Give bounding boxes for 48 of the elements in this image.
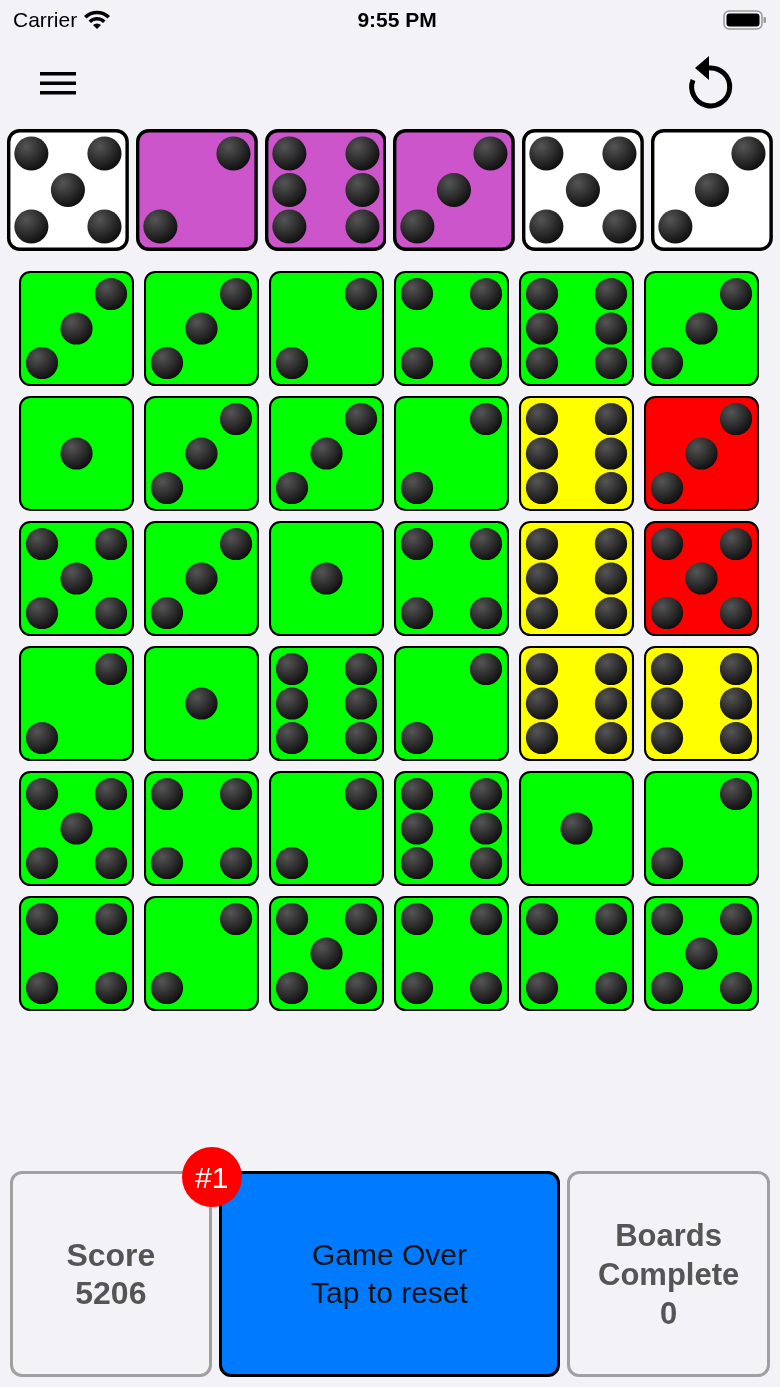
die[interactable] [394, 771, 509, 886]
die[interactable] [144, 271, 259, 386]
die[interactable] [394, 521, 509, 636]
clock-label: 9:55 PM [357, 7, 437, 34]
battery-icon [723, 9, 767, 31]
die[interactable] [519, 271, 634, 386]
die[interactable] [644, 646, 759, 761]
die[interactable] [144, 521, 259, 636]
die[interactable] [394, 896, 509, 1011]
die[interactable] [522, 129, 645, 251]
die[interactable] [651, 129, 773, 251]
wifi-icon [83, 10, 112, 30]
die[interactable] [519, 521, 634, 636]
die[interactable] [644, 771, 759, 886]
die[interactable] [269, 521, 384, 636]
score-value: 5206 [75, 1274, 147, 1312]
rank-badge: #1 [181, 1147, 242, 1207]
die[interactable] [644, 271, 759, 386]
die[interactable] [269, 646, 384, 761]
die[interactable] [644, 896, 759, 1011]
die[interactable] [19, 771, 134, 886]
die[interactable] [19, 271, 134, 386]
die[interactable] [19, 396, 134, 511]
die[interactable] [519, 646, 634, 761]
die[interactable] [269, 271, 384, 386]
die[interactable] [19, 646, 134, 761]
die[interactable] [264, 129, 387, 251]
die[interactable] [144, 771, 259, 886]
die[interactable] [144, 896, 259, 1011]
die[interactable] [144, 646, 259, 761]
die[interactable] [269, 396, 384, 511]
carrier-label: Carrier [13, 7, 78, 34]
die[interactable] [519, 771, 634, 886]
boards-complete-value: 0 [660, 1294, 678, 1333]
score-label: Score [66, 1236, 156, 1274]
die[interactable] [144, 396, 259, 511]
die[interactable] [7, 129, 129, 251]
menu-icon[interactable] [40, 69, 76, 96]
boards-complete-label: Boards Complete [597, 1216, 741, 1294]
die[interactable] [394, 646, 509, 761]
die[interactable] [269, 896, 384, 1011]
die[interactable] [269, 771, 384, 886]
die[interactable] [394, 271, 509, 386]
die[interactable] [19, 521, 134, 636]
die[interactable] [19, 896, 134, 1011]
die[interactable] [394, 396, 509, 511]
die[interactable] [519, 896, 634, 1011]
die[interactable] [519, 396, 634, 511]
